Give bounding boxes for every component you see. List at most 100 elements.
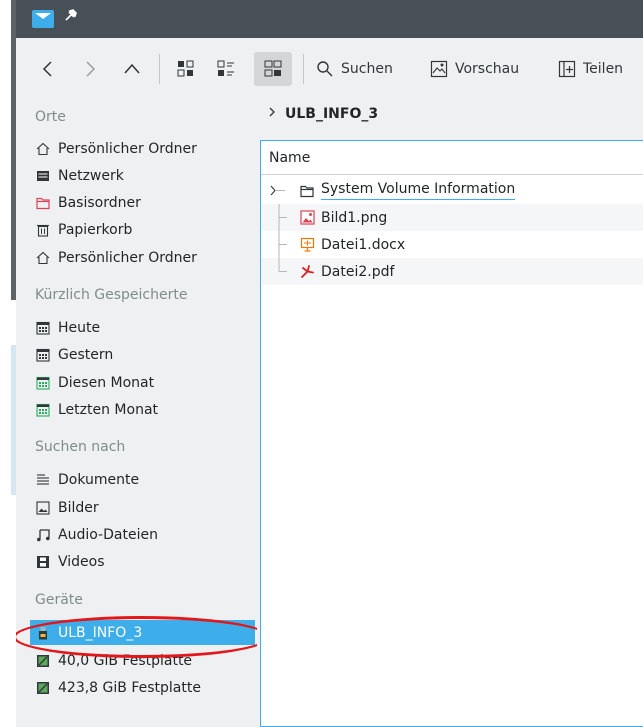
chevron-right-icon [86,61,96,77]
calendar-month-icon [36,403,50,417]
place-item-label: Persönlicher Ordner [58,140,197,157]
file-name[interactable]: Datei2.pdf [321,264,394,280]
search-item-label: Bilder [58,499,99,516]
place-item-label: Basisordner [58,194,141,211]
app-icon[interactable] [32,10,54,28]
split-button-label: Teilen [583,61,624,77]
search-item-label: Audio-Dateien [58,526,158,543]
breadcrumb[interactable]: ULB_INFO_3 [267,106,378,122]
chevron-left-icon [42,61,52,77]
place-item-label: Netzwerk [58,167,124,184]
title-bar [16,0,643,38]
network-icon [36,169,50,183]
recent-heading: Kürzlich Gespeicherte [35,287,188,303]
compact-view-icon [217,60,234,76]
file-manager-window: Suchen Vorschau Teilen Orte Persönlicher… [16,0,643,727]
place-item-trash[interactable]: Papierkorb [30,217,255,242]
pdf-file-icon [299,264,315,280]
split-button[interactable]: Teilen [558,52,623,86]
column-header-label: Name [269,149,311,166]
grid-view-icon [177,60,194,77]
folder-icon [299,183,315,199]
recent-item-label: Gestern [58,346,114,363]
pin-icon[interactable] [64,8,78,26]
content-panel: ULB_INFO_3 Name System Volume Informatio… [257,100,643,727]
preview-icon [430,60,448,78]
file-row[interactable]: Bild1.png [261,204,643,231]
place-item-root[interactable]: Basisordner [30,190,255,215]
recent-item-this-month[interactable]: Diesen Monat [30,370,255,395]
left-edge [0,0,16,727]
search-item-documents[interactable]: Dokumente [30,467,255,492]
search-item-label: Dokumente [58,471,140,488]
icons-view-button[interactable] [176,52,196,86]
trash-icon [36,223,50,237]
toolbar-separator [159,54,160,84]
expand-arrow[interactable] [261,177,299,204]
compact-view-button[interactable] [216,52,236,86]
file-name[interactable]: Bild1.png [321,210,387,226]
folder-red-icon [36,196,50,210]
device-item-disk-423[interactable]: 423,8 GiB Festplatte [30,675,255,700]
recent-item-label: Letzten Monat [58,401,159,418]
device-item-label: 423,8 GiB Festplatte [58,679,201,696]
recent-item-yesterday[interactable]: Gestern [30,342,255,367]
search-item-label: Videos [58,553,105,570]
document-lines-icon [36,473,50,487]
place-item-home-2[interactable]: Persönlicher Ordner [30,245,255,270]
preview-button-label: Vorschau [455,61,520,77]
place-item-network[interactable]: Netzwerk [30,163,255,188]
place-item-label: Persönlicher Ordner [58,249,197,266]
recent-item-label: Heute [58,319,101,336]
file-name[interactable]: Datei1.docx [321,237,405,253]
film-icon [36,555,50,569]
tree-line [261,258,299,285]
file-row[interactable]: System Volume Information [261,177,643,204]
image-file-icon [299,210,315,226]
home-icon [36,142,50,156]
search-item-videos[interactable]: Videos [30,549,255,574]
calendar-icon [36,321,50,335]
toolbar-separator [303,54,304,84]
tree-line [261,231,299,258]
presentation-file-icon [299,237,315,253]
image-icon [36,500,50,515]
up-button[interactable] [122,52,142,86]
chevron-right-icon [267,106,277,122]
calendar-month-icon [36,376,50,390]
place-item-home[interactable]: Persönlicher Ordner [30,136,255,161]
back-button[interactable] [40,52,56,86]
split-view-icon [558,60,576,78]
devices-heading: Geräte [35,592,83,608]
column-header-name[interactable]: Name [261,141,643,175]
file-row[interactable]: Datei2.pdf [261,258,643,285]
recent-item-today[interactable]: Heute [30,315,255,340]
places-panel: Orte Persönlicher Ordner Netzwerk Basiso… [16,100,270,727]
chevron-up-icon [124,63,140,74]
music-note-icon [36,528,50,542]
calendar-icon [36,348,50,362]
details-view-icon [264,60,282,77]
tree-line [261,204,299,231]
toolbar: Suchen Vorschau Teilen [16,38,643,100]
search-item-audio[interactable]: Audio-Dateien [30,522,255,547]
recent-item-last-month[interactable]: Letzten Monat [30,397,255,422]
home-icon [36,251,50,265]
harddisk-icon [36,654,50,668]
preview-button[interactable]: Vorschau [430,52,519,86]
breadcrumb-location[interactable]: ULB_INFO_3 [285,106,378,122]
place-item-label: Papierkorb [58,221,133,238]
file-row[interactable]: Datei1.docx [261,231,643,258]
search-icon [317,61,333,77]
file-view[interactable]: Name System Volume Information Bild1.png [260,140,643,727]
places-heading: Orte [35,109,66,125]
search-item-images[interactable]: Bilder [30,495,255,520]
search-button-label: Suchen [341,61,393,77]
forward-button[interactable] [82,52,98,86]
search-button[interactable]: Suchen [316,52,393,86]
annotation-ellipse [16,616,270,658]
file-name[interactable]: System Volume Information [321,181,516,200]
details-view-button[interactable] [254,52,292,86]
search-for-heading: Suchen nach [35,439,126,455]
harddisk-icon [36,681,50,695]
